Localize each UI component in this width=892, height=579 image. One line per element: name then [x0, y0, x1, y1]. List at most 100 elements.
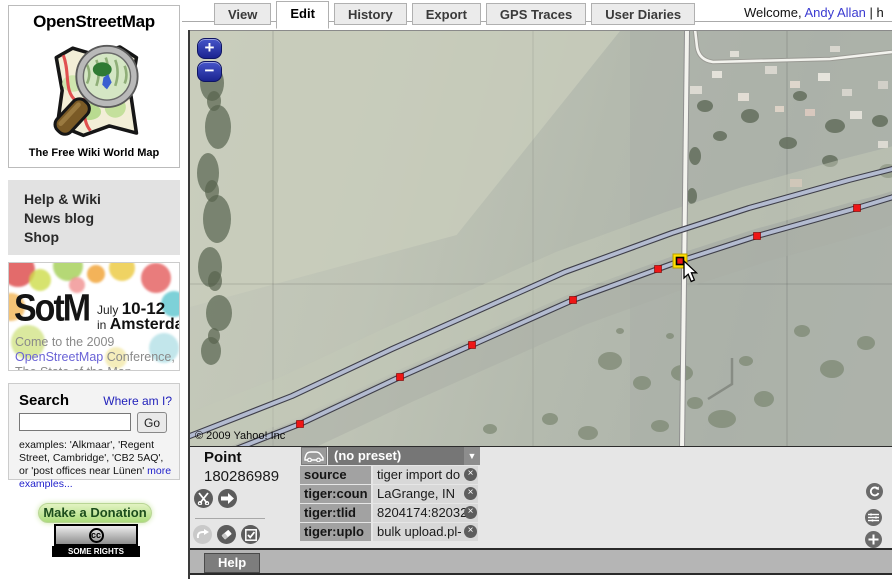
checkbox-icon: [245, 529, 257, 541]
relations-button[interactable]: [865, 509, 882, 526]
sotm-city: Amsterdam: [110, 316, 180, 333]
sotm-ad[interactable]: SotM July 10-12 in Amsterdam Come to the…: [8, 262, 180, 371]
sotm-july: July: [97, 303, 118, 317]
search-examples-text: examples: 'Alkmaar', 'Regent Street, Cam…: [19, 439, 163, 477]
tab-view[interactable]: View: [214, 3, 271, 25]
tag-value-text: bulk upload.pl-: [377, 524, 462, 539]
osm-potlatch-page: ViewEditHistoryExportGPS TracesUser Diar…: [0, 0, 892, 579]
tab-edit[interactable]: Edit: [276, 1, 329, 29]
selection-id: 180286989: [204, 468, 279, 485]
tab-user-diaries[interactable]: User Diaries: [591, 3, 695, 25]
preset-dropdown[interactable]: (no preset) ▼: [328, 447, 480, 465]
sotm-city-line: in Amsterdam: [97, 316, 180, 334]
undo-icon: [196, 529, 209, 540]
sidebar-item-help-wiki[interactable]: Help & Wiki: [24, 190, 180, 209]
editor-status-bar: Help: [190, 548, 892, 575]
tag-row-tlid: tiger:tlid 8204174:82032 ×: [300, 504, 478, 522]
cc-license-badge[interactable]: cc SOME RIGHTS RESERVED: [52, 524, 140, 557]
residential-road-casing: [695, 31, 892, 62]
tab-gps-traces[interactable]: GPS Traces: [486, 3, 586, 25]
map-canvas[interactable]: + − © 2009 Yahoo! Inc: [190, 30, 892, 446]
car-icon: [304, 450, 324, 462]
search-input[interactable]: [19, 413, 131, 431]
search-examples: examples: 'Alkmaar', 'Regent Street, Cam…: [19, 439, 174, 491]
undo-button[interactable]: [193, 525, 212, 544]
zoom-in-button[interactable]: +: [197, 38, 222, 59]
sidebar-item-news-blog[interactable]: News blog: [24, 209, 180, 228]
tag-value[interactable]: bulk upload.pl- ×: [373, 523, 478, 541]
selection-type: Point: [204, 449, 242, 466]
site-title: OpenStreetMap: [9, 12, 179, 32]
welcome-suffix: | h: [870, 5, 884, 20]
tag-value[interactable]: LaGrange, IN ×: [373, 485, 478, 503]
delete-tag-button[interactable]: ×: [464, 506, 477, 519]
tab-export[interactable]: Export: [412, 3, 481, 25]
button-divider: [195, 518, 265, 519]
sidebar-menu: Help & Wiki News blog Shop: [8, 180, 180, 255]
welcome-prefix: Welcome,: [744, 5, 802, 20]
preset-value: (no preset): [334, 448, 401, 463]
repeat-tags-button[interactable]: [866, 483, 883, 500]
tag-value[interactable]: 8204174:82032 ×: [373, 504, 478, 522]
tag-value-text: LaGrange, IN: [377, 486, 455, 501]
delete-tag-button[interactable]: ×: [464, 487, 477, 500]
osm-logo-icon: [35, 34, 153, 146]
tag-key[interactable]: source: [300, 466, 371, 484]
cc-logo: cc: [54, 524, 138, 546]
add-tag-button[interactable]: [865, 531, 882, 548]
repeat-icon: [869, 486, 880, 497]
minor-road[interactable]: [682, 31, 687, 446]
search-go-button[interactable]: Go: [137, 412, 167, 433]
driveway: [708, 358, 732, 399]
tag-value[interactable]: tiger import do ×: [373, 466, 478, 484]
cc-rights-text: SOME RIGHTS RESERVED: [52, 546, 140, 557]
potlatch-editor: + − © 2009 Yahoo! Inc Point 180286989: [188, 30, 892, 579]
main-tabs: ViewEditHistoryExportGPS TracesUser Diar…: [214, 2, 700, 30]
search-title: Search: [19, 392, 69, 409]
confirm-button[interactable]: [241, 525, 260, 544]
sotm-in: in: [97, 318, 106, 332]
plus-icon: [868, 534, 879, 545]
sotm-logo-text: SotM: [14, 287, 89, 331]
chevron-down-icon: ▼: [464, 447, 480, 465]
tag-key[interactable]: tiger:tlid: [300, 504, 371, 522]
tag-value-text: 8204174:82032: [377, 505, 467, 520]
eraser-icon: [220, 528, 233, 541]
imagery-attribution: © 2009 Yahoo! Inc: [195, 430, 285, 442]
search-panel: Search Where am I? Go examples: 'Alkmaar…: [8, 383, 180, 480]
map-overlay: [190, 31, 892, 446]
tag-value-text: tiger import do: [377, 467, 460, 482]
make-donation-button[interactable]: Make a Donation: [38, 503, 152, 523]
delete-tag-button[interactable]: ×: [464, 525, 477, 538]
osm-logo-box[interactable]: OpenStreetMap: [8, 5, 180, 168]
sotm-line1: Come to the 2009: [15, 335, 114, 349]
direction-button[interactable]: [218, 489, 237, 508]
zoom-out-button[interactable]: −: [197, 61, 222, 82]
properties-panel: Point 180286989: [190, 446, 892, 548]
sliders-icon: [868, 513, 879, 522]
site-tagline: The Free Wiki World Map: [9, 147, 179, 159]
sotm-osm-link[interactable]: OpenStreetMap: [15, 350, 103, 364]
tag-key[interactable]: tiger:coun: [300, 485, 371, 503]
sidebar: OpenStreetMap: [0, 0, 182, 579]
sotm-line1b: Conference,: [103, 350, 175, 364]
cc-icon: cc: [89, 528, 104, 543]
arrow-right-icon: [221, 493, 234, 504]
scissors-icon: [197, 492, 210, 505]
sotm-description: Come to the 2009 OpenStreetMap Conferenc…: [15, 335, 175, 371]
tag-row-source: source tiger import do ×: [300, 466, 478, 484]
tag-row-county: tiger:coun LaGrange, IN ×: [300, 485, 478, 503]
username-link[interactable]: Andy Allan: [804, 5, 865, 20]
help-button[interactable]: Help: [204, 553, 260, 573]
tab-history[interactable]: History: [334, 3, 407, 25]
where-am-i-link[interactable]: Where am I?: [103, 394, 172, 408]
welcome-text: Welcome, Andy Allan | h: [744, 5, 884, 20]
delete-point-button[interactable]: [194, 489, 213, 508]
delete-tag-button[interactable]: ×: [464, 468, 477, 481]
tag-row-upload: tiger:uplo bulk upload.pl- ×: [300, 523, 478, 541]
sidebar-item-shop[interactable]: Shop: [24, 228, 180, 247]
preset-category-button[interactable]: [301, 447, 327, 465]
tag-key[interactable]: tiger:uplo: [300, 523, 371, 541]
sotm-line2: The State of the Map: [15, 365, 132, 371]
clear-tags-button[interactable]: [217, 525, 236, 544]
